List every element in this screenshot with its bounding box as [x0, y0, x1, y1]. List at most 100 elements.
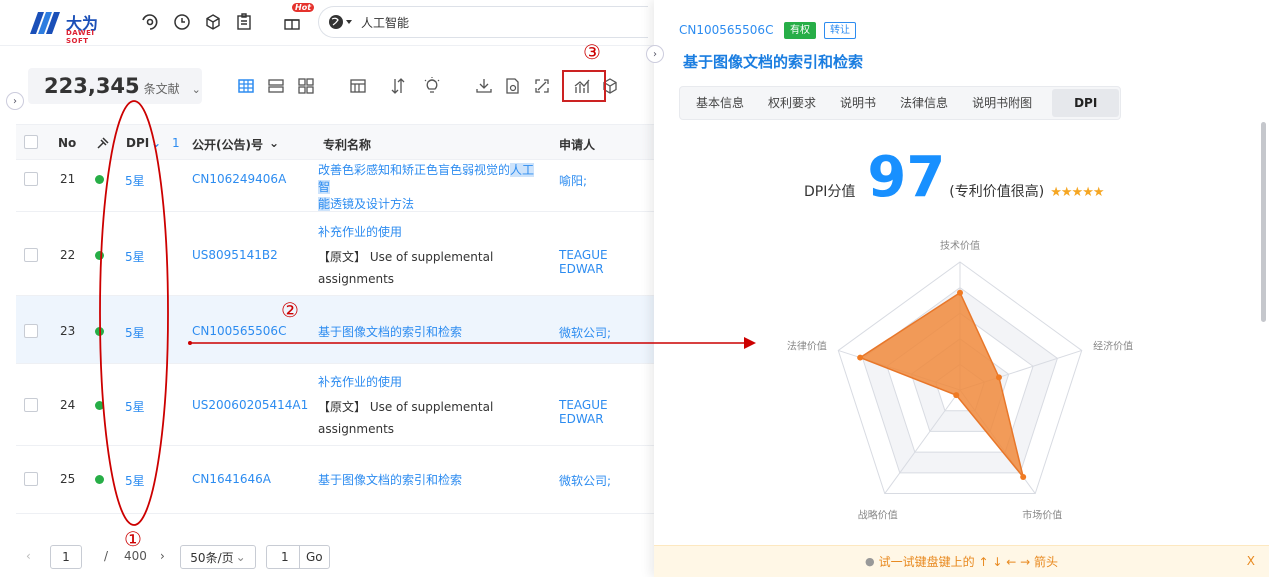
status-dot: [95, 475, 104, 484]
tab-legal-info[interactable]: 法律信息: [888, 89, 960, 117]
column-dpi[interactable]: DPI: [126, 136, 149, 150]
table-view-icon[interactable]: [236, 76, 256, 96]
layers-icon[interactable]: [140, 12, 160, 32]
logo-mark-icon: [30, 12, 60, 34]
tab-dpi[interactable]: DPI: [1052, 89, 1120, 117]
page-separator: /: [104, 549, 109, 563]
row-checkbox[interactable]: [24, 248, 38, 262]
legal-status-icon[interactable]: [96, 136, 110, 150]
row-title[interactable]: 基于图像文档的索引和检索: [318, 324, 546, 341]
row-original-title: 【原文】 Use of supplemental: [318, 400, 494, 414]
expand-left-button[interactable]: ›: [6, 92, 24, 110]
globe-icon[interactable]: [327, 13, 353, 31]
row-checkbox[interactable]: [24, 324, 38, 338]
goto-input[interactable]: 1: [281, 550, 289, 564]
title-text: 透镜及设计方法: [330, 197, 415, 211]
page-input[interactable]: 1: [50, 545, 82, 569]
table-row[interactable]: 21 5星 CN106249406A 改善色彩感知和矫正色盲色弱视觉的人工智 能透…: [16, 160, 654, 212]
row-applicant[interactable]: TEAGUE EDWAR: [559, 248, 654, 276]
row-applicant[interactable]: 微软公司;: [559, 324, 611, 341]
row-pubno[interactable]: US8095141B2: [192, 248, 278, 262]
title-text: 改善色彩感知和矫正色盲色弱视觉的: [318, 163, 511, 177]
tab-basic-info[interactable]: 基本信息: [684, 89, 756, 117]
collapse-detail-button[interactable]: ›: [646, 45, 664, 63]
next-page-icon[interactable]: ›: [160, 549, 165, 563]
row-applicant[interactable]: 微软公司;: [559, 472, 611, 489]
logo[interactable]: 大为 DAWEI SOFT: [28, 10, 118, 45]
valid-badge: 有权: [784, 22, 816, 39]
list-view-icon[interactable]: [266, 76, 286, 96]
go-button[interactable]: Go: [299, 546, 323, 568]
detail-pub-no[interactable]: CN100565506C: [679, 23, 773, 37]
radar-point: [953, 392, 960, 399]
search-input[interactable]: 人工智能: [318, 6, 648, 38]
detail-title: 基于图像文档的索引和检索: [683, 53, 864, 71]
result-count-dropdown[interactable]: 223,345 条文献 ⌄: [28, 68, 202, 104]
chart-button-highlight: [562, 70, 606, 102]
cube-icon[interactable]: [203, 12, 223, 32]
goto-page-group: 1 Go: [266, 545, 330, 569]
results-panel: › 223,345 条文献 ⌄ No DPI ⌄ 1 公开(公告)号 ⌄ 专利名…: [0, 46, 654, 577]
row-dpi: 5星: [125, 326, 145, 340]
dpi-sort-order: 1: [172, 136, 180, 150]
row-pubno[interactable]: CN100565506C: [192, 324, 286, 338]
radar-point: [995, 374, 1002, 381]
annotation-number-1: ①: [124, 527, 142, 551]
column-no: No: [58, 136, 77, 150]
clock-icon[interactable]: [172, 12, 192, 32]
row-checkbox[interactable]: [24, 472, 38, 486]
annotation-number-2: ②: [281, 298, 299, 322]
column-pubno[interactable]: 公开(公告)号: [192, 136, 263, 153]
clipboard-icon[interactable]: [234, 12, 254, 32]
chevron-down-icon: ⌄: [235, 550, 246, 564]
row-pubno[interactable]: CN106249406A: [192, 172, 286, 186]
page-size-value: 50条/页: [190, 550, 234, 565]
table-row[interactable]: 22 5星 US8095141B2 补充作业的使用 【原文】 Use of su…: [16, 212, 654, 296]
chevron-down-icon[interactable]: ⌄: [269, 136, 279, 150]
gift-icon[interactable]: [282, 12, 302, 32]
radar-axis-label: 战略价值: [858, 508, 898, 521]
close-hint-button[interactable]: X: [1247, 554, 1255, 568]
keyboard-hint-bar: ● 试一试键盘键上的 ↑ ↓ ← → 箭头 X: [654, 545, 1269, 577]
radar-point: [1020, 473, 1027, 480]
column-settings-icon[interactable]: [348, 76, 368, 96]
row-title[interactable]: 补充作业的使用: [318, 374, 546, 391]
row-no: 23: [60, 324, 76, 338]
tab-description[interactable]: 说明书: [828, 89, 888, 117]
export-icon[interactable]: [502, 76, 522, 96]
tab-claims[interactable]: 权利要求: [756, 89, 828, 117]
prev-page-icon[interactable]: ‹: [26, 549, 31, 563]
row-original-title: 【原文】 Use of supplemental: [318, 250, 494, 264]
row-title[interactable]: 改善色彩感知和矫正色盲色弱视觉的人工智 能透镜及设计方法: [318, 162, 546, 213]
tab-drawings[interactable]: 说明书附图: [960, 89, 1044, 117]
row-checkbox[interactable]: [24, 172, 38, 186]
detail-scrollbar[interactable]: [1261, 122, 1266, 322]
pagination: ‹ 1 / 400 › 50条/页 ⌄ 1 Go: [0, 536, 654, 577]
row-dpi: 5星: [125, 174, 145, 188]
status-dot: [95, 401, 104, 410]
row-applicant[interactable]: TEAGUE EDWAR: [559, 398, 654, 426]
table-row[interactable]: 24 5星 US20060205414A1 补充作业的使用 【原文】 Use o…: [16, 364, 654, 446]
lightbulb-icon[interactable]: [422, 76, 442, 96]
download-icon[interactable]: [474, 76, 494, 96]
row-pubno[interactable]: US20060205414A1: [192, 398, 308, 412]
row-applicant[interactable]: 喻阳;: [559, 172, 587, 189]
fullscreen-icon[interactable]: [532, 76, 552, 96]
row-dpi: 5星: [125, 474, 145, 488]
sort-icon[interactable]: [388, 76, 408, 96]
select-all-checkbox[interactable]: [24, 135, 38, 149]
row-title[interactable]: 补充作业的使用: [318, 224, 546, 241]
search-value: 人工智能: [361, 15, 410, 30]
result-count: 223,345: [44, 74, 140, 98]
table-row[interactable]: 25 5星 CN1641646A 基于图像文档的索引和检索 微软公司;: [16, 446, 654, 514]
row-pubno[interactable]: CN1641646A: [192, 472, 271, 486]
logo-subtext: DAWEI SOFT: [66, 29, 95, 45]
result-count-unit: 条文献: [143, 82, 180, 96]
table-row-selected[interactable]: 23 5星 CN100565506C 基于图像文档的索引和检索 微软公司;: [16, 296, 654, 364]
row-checkbox[interactable]: [24, 398, 38, 412]
grid-view-icon[interactable]: [296, 76, 316, 96]
row-title[interactable]: 基于图像文档的索引和检索: [318, 472, 546, 489]
keyboard-hint: 试一试键盘键上的 ↑ ↓ ← → 箭头: [878, 555, 1058, 569]
dpi-sort-icon[interactable]: ⌄: [151, 136, 161, 150]
page-size-select[interactable]: 50条/页 ⌄: [180, 545, 256, 569]
